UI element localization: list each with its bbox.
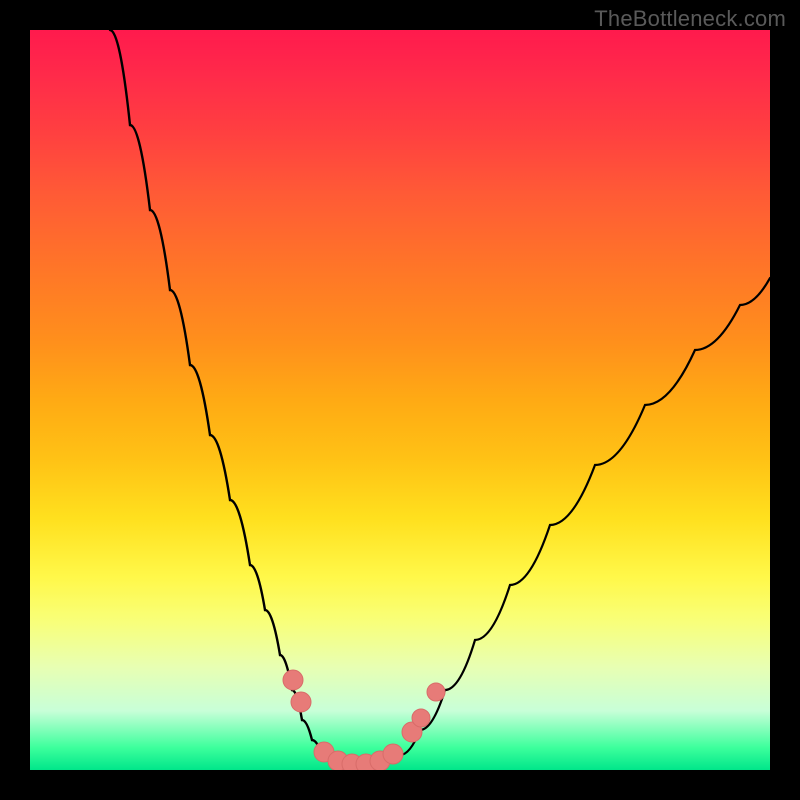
bead	[427, 683, 445, 701]
bead	[383, 744, 403, 764]
bead	[412, 709, 430, 727]
bottleneck-curve	[110, 30, 770, 765]
highlight-beads	[283, 670, 445, 770]
bead	[291, 692, 311, 712]
curve-left-branch	[110, 30, 322, 755]
watermark-text: TheBottleneck.com	[594, 6, 786, 32]
bead	[283, 670, 303, 690]
curve-right-branch	[400, 278, 770, 755]
curve-layer	[30, 30, 770, 770]
chart-frame: TheBottleneck.com	[0, 0, 800, 800]
plot-area	[30, 30, 770, 770]
